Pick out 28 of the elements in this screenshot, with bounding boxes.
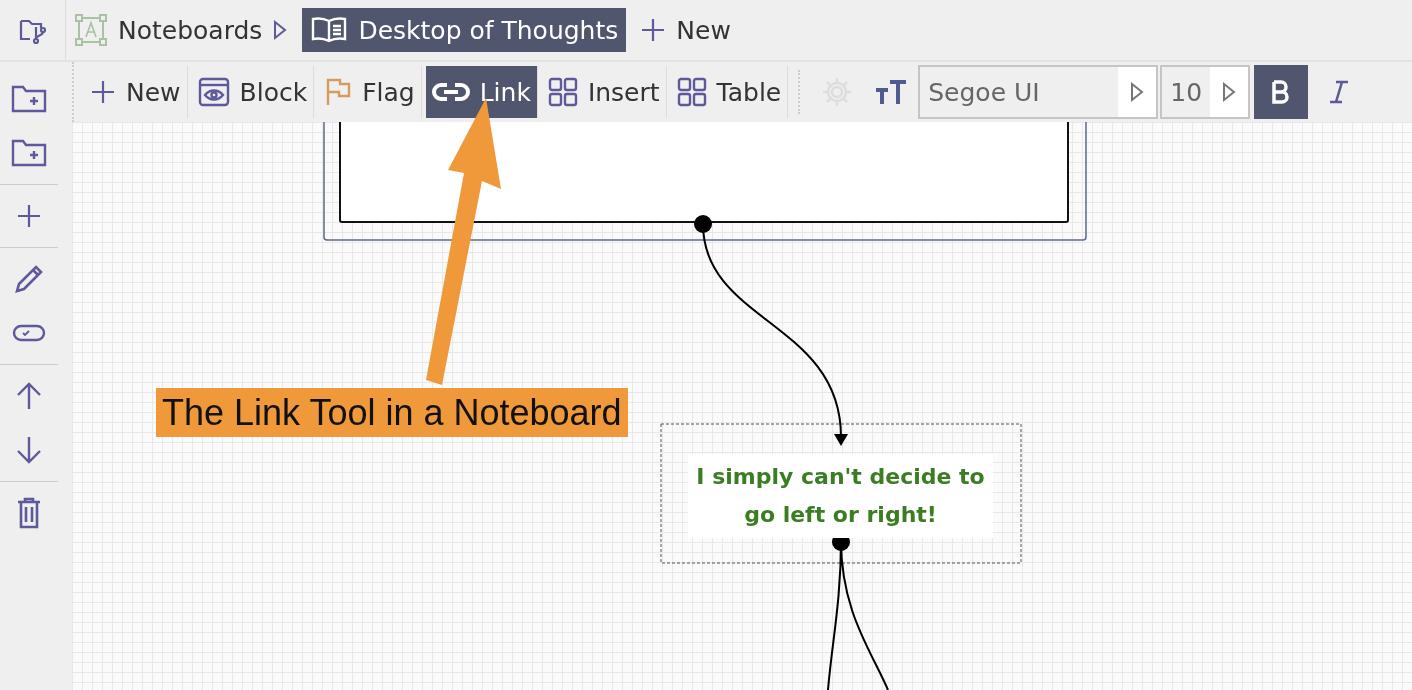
bold-button[interactable] (1254, 65, 1309, 119)
grid-icon (676, 77, 707, 107)
flag-tool-button[interactable]: Flag (318, 66, 422, 118)
link-icon (431, 81, 470, 103)
plus-icon (90, 79, 116, 105)
table-tool-button[interactable]: Table (670, 66, 789, 118)
link-tool-button[interactable]: Link (425, 66, 538, 118)
new-tool-button[interactable]: New (84, 66, 188, 118)
triangle-right-icon (272, 19, 289, 41)
italic-icon (1328, 80, 1351, 104)
book-icon (310, 16, 349, 44)
text-frame-icon (74, 13, 108, 47)
insert-tool-button[interactable]: Insert (541, 66, 667, 118)
block-tool-button[interactable]: Block (191, 66, 315, 118)
triangle-right-icon[interactable] (1221, 81, 1238, 103)
note-text: I simply can't decide to go left or right! (688, 454, 993, 538)
callout-label: The Link Tool in a Noteboard (156, 388, 628, 437)
window-eye-icon (197, 77, 230, 107)
triangle-right-icon[interactable] (1129, 81, 1146, 103)
font-field[interactable]: Segoe UI (918, 65, 1159, 119)
grid-icon (547, 77, 578, 107)
noteboards-tab[interactable]: Noteboards (66, 8, 297, 52)
flag-icon (324, 77, 353, 107)
new-tab-button[interactable]: New (632, 8, 739, 52)
font-size-field[interactable]: 10 (1160, 65, 1251, 119)
board-tab[interactable]: Desktop of Thoughts (302, 8, 627, 52)
plus-icon (640, 17, 667, 43)
bold-icon (1271, 80, 1292, 104)
